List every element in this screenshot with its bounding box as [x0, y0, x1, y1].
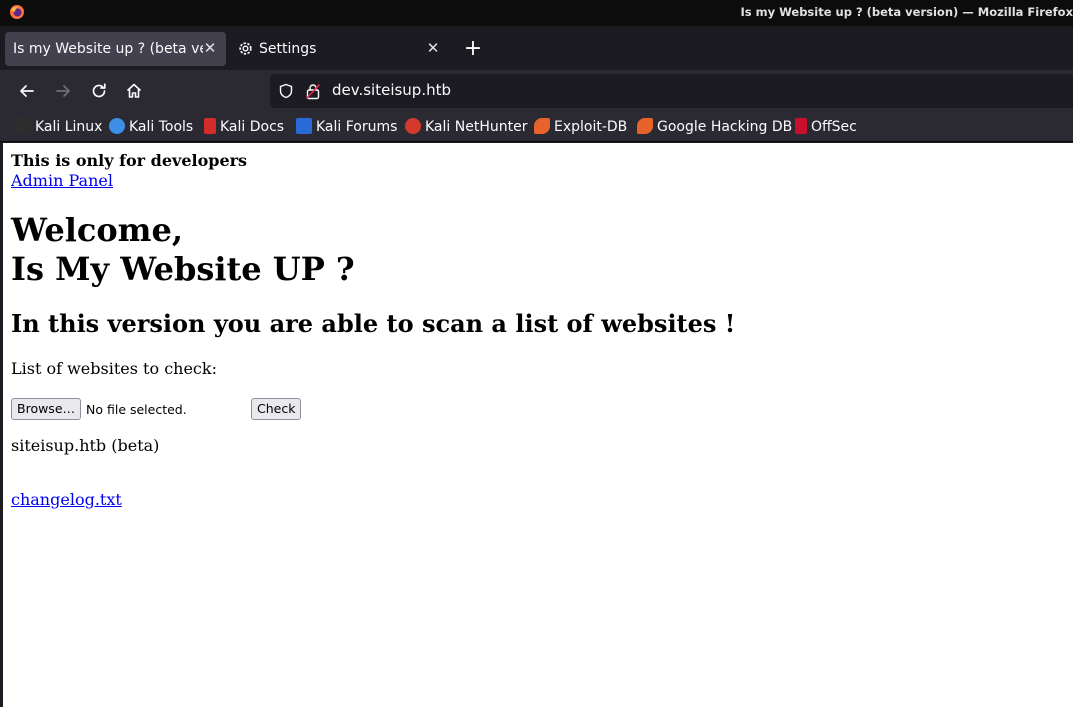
welcome-heading: Welcome, Is My Website UP ? [11, 211, 355, 289]
bookmark-exploit-db[interactable]: Exploit-DB [534, 117, 627, 137]
site-title-line: Is My Website UP ? [11, 250, 355, 288]
check-button[interactable]: Check [251, 398, 302, 420]
kali-forums-icon [296, 118, 312, 134]
bookmark-label: Kali Forums [316, 119, 398, 135]
tab-label: Is my Website up ? (beta version) [13, 41, 203, 57]
bookmark-label: Kali NetHunter [425, 119, 528, 135]
bookmark-kali-forums[interactable]: Kali Forums [296, 117, 397, 137]
kali-dragon-icon [15, 118, 31, 134]
bookmark-kali-tools[interactable]: Kali Tools [109, 117, 193, 137]
tab-label: Settings [259, 41, 317, 57]
bookmark-kali-linux[interactable]: Kali Linux [15, 117, 102, 137]
home-icon[interactable] [124, 81, 144, 101]
shield-icon[interactable] [278, 83, 294, 99]
bookmark-label: Kali Linux [35, 119, 103, 135]
welcome-line: Welcome, [11, 211, 184, 249]
developer-note: This is only for developers [11, 151, 248, 170]
tab-strip: Is my Website up ? (beta version) ✕ Sett… [0, 26, 1073, 70]
forward-arrow-icon[interactable] [53, 81, 73, 101]
url-text[interactable]: dev.siteisup.htb [332, 81, 451, 99]
bookmark-label: Kali Tools [129, 119, 194, 135]
gear-icon [239, 42, 252, 55]
admin-panel-link[interactable]: Admin Panel [11, 171, 113, 190]
version-subheading: In this version you are able to scan a l… [11, 309, 736, 338]
bookmark-label: OffSec [811, 119, 857, 135]
firefox-icon [10, 5, 24, 19]
bookmark-label: Kali Docs [220, 119, 285, 135]
close-icon[interactable]: ✕ [423, 38, 443, 58]
close-icon[interactable]: ✕ [200, 38, 220, 58]
kali-tools-icon [109, 118, 125, 134]
url-bar[interactable]: dev.siteisup.htb [270, 74, 1073, 108]
back-arrow-icon[interactable] [17, 81, 37, 101]
bookmarks-toolbar: Kali Linux Kali Tools Kali Docs Kali For… [0, 112, 1073, 142]
nethunter-icon [405, 118, 421, 134]
window-titlebar: Is my Website up ? (beta version) — Mozi… [0, 0, 1073, 26]
window-title: Is my Website up ? (beta version) — Mozi… [740, 5, 1073, 19]
ghdb-icon [637, 118, 653, 134]
bookmark-label: Google Hacking DB [657, 119, 793, 135]
bookmark-kali-docs[interactable]: Kali Docs [204, 117, 284, 137]
reload-icon[interactable] [89, 81, 109, 101]
offsec-icon [795, 118, 807, 134]
website-list-label: List of websites to check: [11, 359, 217, 378]
page-content: This is only for developers Admin Panel … [3, 143, 1073, 707]
changelog-link[interactable]: changelog.txt [11, 490, 122, 509]
bookmark-offsec[interactable]: OffSec [795, 117, 857, 137]
site-version-text: siteisup.htb (beta) [11, 436, 160, 455]
bookmark-kali-nethunter[interactable]: Kali NetHunter [405, 117, 527, 137]
tab-settings[interactable]: Settings ✕ [230, 32, 452, 66]
navigation-bar: dev.siteisup.htb [0, 70, 1073, 112]
browse-file-button[interactable]: Browse… [11, 398, 82, 420]
insecure-lock-icon[interactable] [305, 83, 321, 100]
bookmark-label: Exploit-DB [554, 119, 628, 135]
new-tab-button[interactable]: + [461, 36, 485, 62]
exploit-db-icon [534, 118, 550, 134]
bookmark-google-hacking-db[interactable]: Google Hacking DB [637, 117, 792, 137]
file-status-text: No file selected. [86, 402, 187, 417]
tab-is-my-website-up[interactable]: Is my Website up ? (beta version) ✕ [5, 32, 226, 66]
kali-docs-icon [204, 118, 216, 134]
